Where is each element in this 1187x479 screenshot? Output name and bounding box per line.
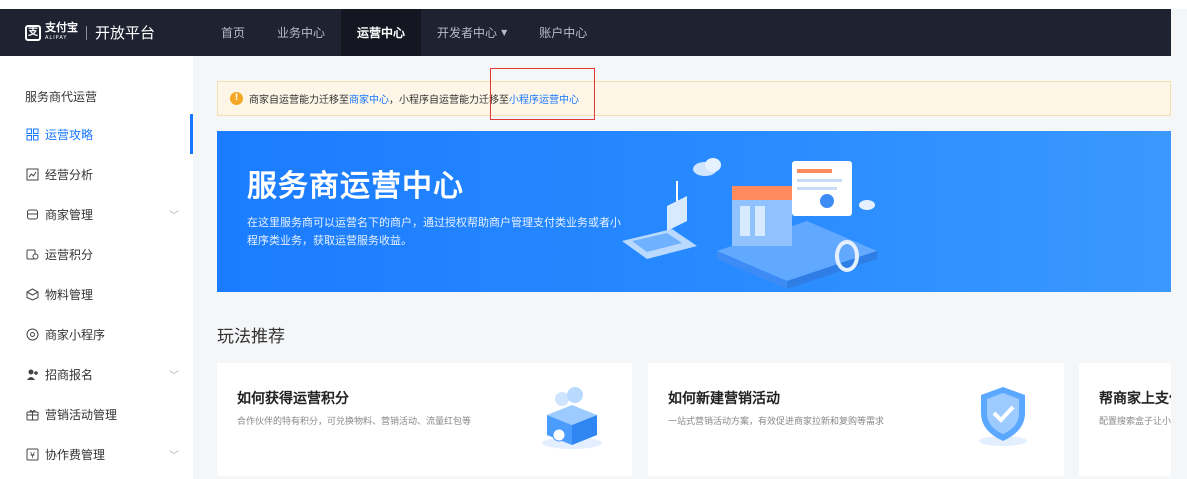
chart-icon: [25, 167, 39, 181]
main-nav: 首页 业务中心 运营中心 开发者中心 ▼ 账户中心: [205, 9, 603, 56]
recommend-card-points[interactable]: 如何获得运营积分 合作伙伴的特有积分，可兑换物料、营销活动、流量红包等: [217, 363, 632, 476]
caret-down-icon: ▼: [501, 28, 508, 37]
miniapp-icon: [25, 327, 39, 341]
points-icon: [25, 247, 39, 261]
sidebar-item-label: 经营分析: [45, 167, 94, 182]
logo-cn: 支付宝: [45, 20, 78, 34]
sidebar-item-label: 运营积分: [45, 247, 94, 262]
sidebar-item-label: 运营攻略: [45, 127, 94, 142]
hero-banner: 服务商运营中心 在这里服务商可以运营名下的商户，通过授权帮助商户管理支付类业务或…: [217, 131, 1171, 292]
card-title: 帮商家上支付: [1099, 391, 1171, 407]
nav-developer-center[interactable]: 开发者中心 ▼: [421, 9, 523, 56]
warning-icon: !: [230, 92, 243, 105]
card-title: 如何获得运营积分: [237, 391, 349, 407]
users-icon: [25, 367, 39, 381]
banner-description: 在这里服务商可以运营名下的商户，通过授权帮助商户管理支付类业务或者小程序类业务，…: [247, 216, 621, 247]
sidebar-item-business-analysis[interactable]: 经营分析: [0, 154, 193, 194]
sidebar-item-label: 协作费管理: [45, 447, 106, 462]
section-title-recommendations: 玩法推荐: [217, 327, 285, 347]
chevron-down-icon[interactable]: ﹀: [169, 447, 179, 462]
top-strip: [0, 0, 1187, 9]
nav-operations-center[interactable]: 运营中心: [341, 9, 422, 56]
grid-icon: [25, 127, 39, 141]
svg-text:¥: ¥: [29, 451, 34, 460]
card-title: 如何新建营销活动: [668, 391, 780, 407]
banner-illustration: [622, 158, 877, 289]
card-description: 一站式营销活动方案，有效促进商家拉新和复购等需求: [668, 417, 885, 427]
migration-notice: ! 商家自运营能力迁移至 商家中心 ，小程序自运营能力迁移至 小程序运营中心: [217, 81, 1171, 116]
nav-business-center[interactable]: 业务中心: [261, 9, 341, 56]
sidebar-item-operation-points[interactable]: 运营积分: [0, 234, 193, 274]
fee-icon: ¥: [25, 447, 39, 461]
sidebar-item-label: 物料管理: [45, 287, 94, 302]
annotation-highlight-box: [490, 68, 595, 120]
shield-icon: [979, 387, 1027, 446]
top-navbar: 支 支付宝 ALIPAY 开放平台 首页 业务中心 运营中心 开发者中心 ▼ 账户…: [0, 9, 1171, 56]
chevron-down-icon[interactable]: ﹀: [169, 367, 179, 382]
sidebar-item-merchant-miniapp[interactable]: 商家小程序: [0, 314, 193, 354]
sidebar-item-marketing-activity[interactable]: 营销活动管理: [0, 394, 193, 434]
sidebar-item-merchant-signup[interactable]: 招商报名 ﹀: [0, 354, 193, 394]
logo-divider: [86, 25, 87, 40]
sidebar-item-label: 招商报名: [45, 367, 94, 382]
sidebar-item-label: 营销活动管理: [45, 407, 118, 422]
gift-icon: [25, 407, 39, 421]
notice-text-1: 商家自运营能力迁移至: [249, 95, 349, 106]
logo-wordmark: 支付宝 ALIPAY: [45, 20, 78, 43]
banner-title: 服务商运营中心: [247, 169, 464, 204]
gift-box-icon: [542, 387, 602, 449]
sidebar: 服务商代运营 运营攻略 经营分析 商家管理 ﹀ 运营积分 物料管理 商家小程序 …: [0, 56, 193, 479]
sidebar-item-material-management[interactable]: 物料管理: [0, 274, 193, 314]
merchant-center-link[interactable]: 商家中心: [349, 91, 389, 106]
card-description: 配置搜索盒子让小: [1099, 417, 1171, 427]
box-icon: [25, 287, 39, 301]
nav-home[interactable]: 首页: [205, 9, 261, 56]
recommend-card-marketing[interactable]: 如何新建营销活动 一站式营销活动方案，有效促进商家拉新和复购等需求: [648, 363, 1064, 476]
sidebar-item-label: 商家小程序: [45, 327, 106, 342]
chevron-down-icon[interactable]: ﹀: [169, 207, 179, 222]
card-description: 合作伙伴的特有积分，可兑换物料、营销活动、流量红包等: [237, 417, 472, 427]
sidebar-item-label: 商家管理: [45, 207, 94, 222]
platform-title: 开放平台: [95, 24, 156, 42]
store-icon: [25, 207, 39, 221]
logo[interactable]: 支 支付宝 ALIPAY 开放平台: [25, 22, 195, 43]
sidebar-item-cooperation-fee[interactable]: ¥ 协作费管理 ﹀: [0, 434, 193, 474]
sidebar-item-merchant-management[interactable]: 商家管理 ﹀: [0, 194, 193, 234]
alipay-logo-icon: 支: [25, 24, 41, 41]
recommend-card-payment[interactable]: 帮商家上支付 配置搜索盒子让小: [1079, 363, 1171, 476]
nav-account-center[interactable]: 账户中心: [523, 9, 603, 56]
sidebar-item-operation-guide[interactable]: 运营攻略: [0, 114, 193, 154]
logo-en: ALIPAY: [45, 34, 68, 41]
sidebar-title: 服务商代运营: [25, 90, 98, 104]
